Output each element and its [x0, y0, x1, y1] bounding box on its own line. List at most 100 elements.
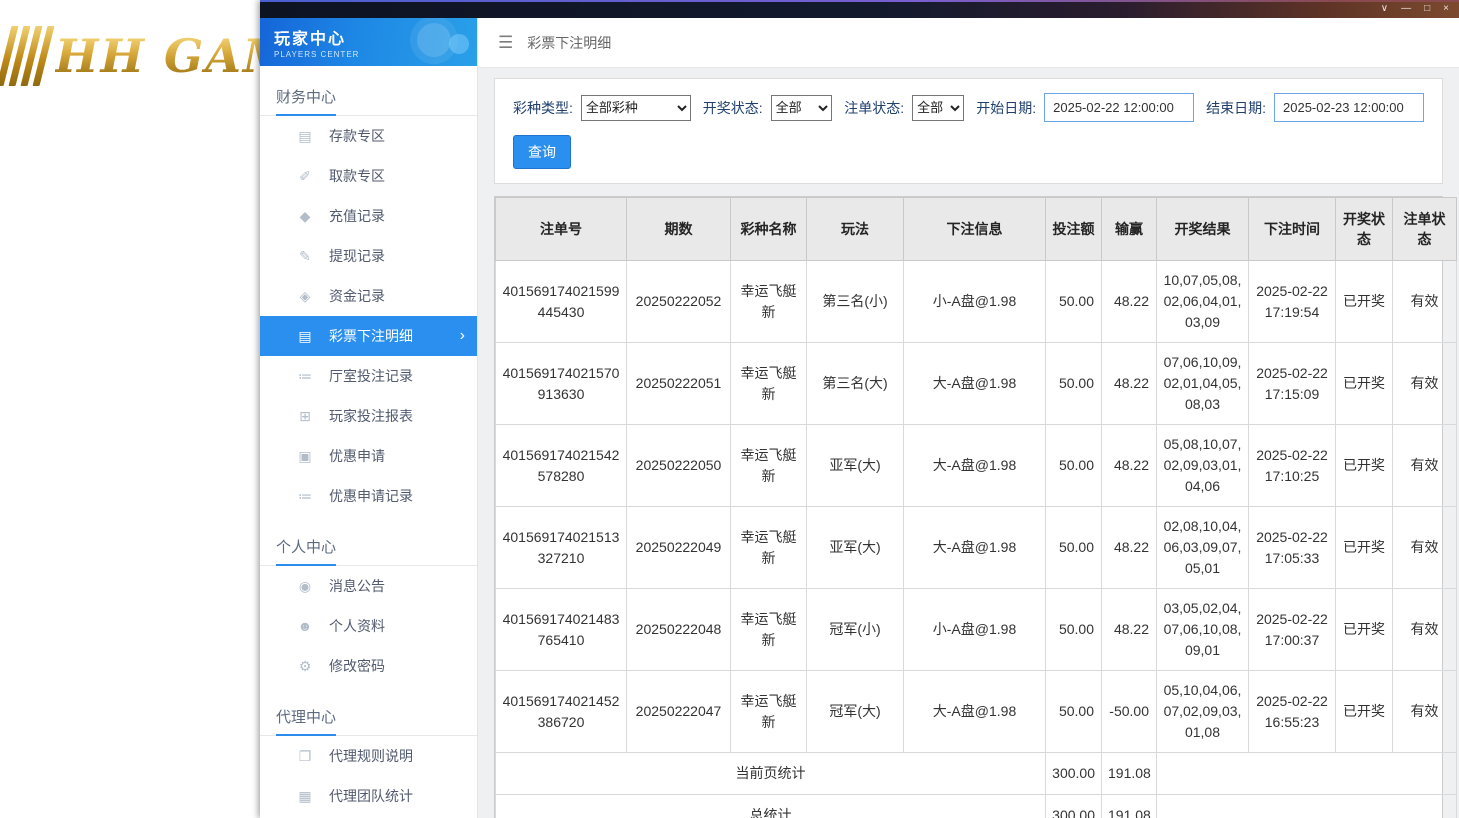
table-cell: 大-A盘@1.98: [903, 342, 1046, 425]
end-date-label: 结束日期:: [1206, 99, 1267, 116]
column-header: 投注额: [1045, 197, 1102, 261]
lottery-type-select[interactable]: 全部彩种: [580, 94, 691, 121]
sidebar-section-label: 财务中心: [260, 78, 477, 116]
table-cell: 20250222049: [626, 506, 731, 589]
bet-table-body: 401569174021599445430 20250222052 幸运飞艇新 第三名…: [495, 260, 1457, 753]
table-cell: 大-A盘@1.98: [903, 424, 1046, 507]
sidebar-menu: 财务中心 ▤ 存款专区 ✐ 取款专区 ◆ 充值记录 ✎ 提现记录 ◈ 资金记录 ▤ 彩票下注明细 › ≔ 厅室…: [260, 66, 477, 818]
bet-table: 注单号 期数 彩种名称 玩法 下注信息 投注额 输赢 开奖结果 下注时间 开奖状态 注单状态 401…: [494, 196, 1457, 818]
sidebar-section-label: 代理中心: [260, 698, 477, 736]
sidebar-item-promo-apply[interactable]: ▣ 优惠申请: [260, 436, 477, 476]
total-summary-row: 总统计 300.00 191.08: [495, 794, 1457, 818]
table-cell: 已开奖: [1335, 342, 1393, 425]
query-button[interactable]: 查询: [513, 135, 571, 169]
table-cell: 20250222047: [626, 670, 731, 753]
table-row: 401569174021513327210 20250222049 幸运飞艇新 亚军(…: [495, 506, 1457, 589]
draw-status-select[interactable]: 全部: [770, 94, 833, 121]
decorative-circles-icon: [407, 18, 471, 66]
column-header: 玩法: [806, 197, 904, 261]
sidebar-item-recharge-records[interactable]: ◆ 充值记录: [260, 196, 477, 236]
stats-book-icon: ▦: [298, 787, 312, 804]
maximize-icon[interactable]: □: [1424, 4, 1430, 14]
column-header: 输赢: [1101, 197, 1157, 261]
sidebar-item-agent-rules[interactable]: ❐ 代理规则说明: [260, 736, 477, 776]
table-cell: 401569174021570913630: [495, 342, 627, 425]
table-row: 401569174021570913630 20250222051 幸运飞艇新 第三名…: [495, 342, 1457, 425]
sidebar-item-label: 个人资料: [329, 618, 385, 634]
column-header: 彩种名称: [730, 197, 807, 261]
table-cell: 2025-02-22 17:00:37: [1248, 588, 1336, 671]
sidebar-item-label: 取款专区: [329, 168, 385, 184]
table-cell: 有效: [1392, 342, 1457, 425]
table-cell: 小-A盘@1.98: [903, 260, 1046, 343]
sidebar-item-withdrawal-records[interactable]: ✎ 提现记录: [260, 236, 477, 276]
table-cell: 幸运飞艇新: [730, 506, 807, 589]
summary-section: 当前页统计 300.00 191.08 总统计 300.00 191.08: [495, 752, 1457, 818]
gear-icon: ⚙: [298, 657, 312, 674]
table-cell: 冠军(小): [806, 588, 904, 671]
minimize-icon[interactable]: —: [1401, 4, 1411, 14]
end-date-input[interactable]: [1274, 93, 1425, 122]
hall-bet-list-icon: ≔: [298, 367, 312, 384]
chevron-down-icon[interactable]: ∨: [1381, 4, 1388, 14]
sidebar-item-hall-bet-records[interactable]: ≔ 厅室投注记录: [260, 356, 477, 396]
table-row: 401569174021452386720 20250222047 幸运飞艇新 冠军(…: [495, 670, 1457, 753]
order-status-select[interactable]: 全部: [912, 94, 965, 121]
bell-icon: ◉: [298, 577, 312, 594]
table-cell: 50.00: [1045, 260, 1102, 343]
table-cell: 50.00: [1045, 342, 1102, 425]
table-cell: 48.22: [1101, 342, 1157, 425]
table-cell: 401569174021483765410: [495, 588, 627, 671]
table-cell: 20250222048: [626, 588, 731, 671]
logo-bars-icon: [0, 26, 55, 86]
table-cell: 07,06,10,09,02,01,04,05,08,03: [1156, 342, 1249, 425]
sidebar-item-label: 代理团队统计: [329, 788, 413, 804]
table-cell: 03,05,02,04,07,06,10,08,09,01: [1156, 588, 1249, 671]
sidebar-header: 玩家中心 PLAYERS CENTER: [260, 18, 477, 66]
column-header: 注单号: [495, 197, 627, 261]
table-cell: 冠军(大): [806, 670, 904, 753]
sidebar-item-label: 修改密码: [329, 658, 385, 674]
start-date-label: 开始日期:: [976, 99, 1037, 116]
table-cell: 幸运飞艇新: [730, 424, 807, 507]
sidebar-item-label: 玩家投注报表: [329, 408, 413, 424]
sidebar-item-deposit-zone[interactable]: ▤ 存款专区: [260, 116, 477, 156]
sidebar-item-label: 优惠申请记录: [329, 488, 413, 504]
sidebar-item-label: 消息公告: [329, 578, 385, 594]
page-summary-winloss: 191.08: [1101, 752, 1157, 795]
table-cell: 48.22: [1101, 424, 1157, 507]
promo-ticket-icon: ▣: [298, 447, 312, 464]
table-cell: 有效: [1392, 670, 1457, 753]
user-icon: ☻: [297, 618, 313, 634]
sidebar-item-change-password[interactable]: ⚙ 修改密码: [260, 646, 477, 686]
close-icon[interactable]: ×: [1443, 4, 1449, 14]
sidebar-item-profile[interactable]: ☻ 个人资料: [260, 606, 477, 646]
table-cell: 02,08,10,04,06,03,09,07,05,01: [1156, 506, 1249, 589]
sidebar-item-agent-team-stats[interactable]: ▦ 代理团队统计: [260, 776, 477, 816]
filter-actions: 查询: [513, 135, 1424, 169]
table-cell: 401569174021513327210: [495, 506, 627, 589]
table-cell: 2025-02-22 16:55:23: [1248, 670, 1336, 753]
table-cell: 2025-02-22 17:15:09: [1248, 342, 1336, 425]
table-cell: 50.00: [1045, 670, 1102, 753]
sidebar-item-withdraw-zone[interactable]: ✐ 取款专区: [260, 156, 477, 196]
page-summary-label: 当前页统计: [495, 752, 1046, 795]
start-date-input[interactable]: [1044, 93, 1195, 122]
table-cell: 已开奖: [1335, 260, 1393, 343]
sidebar-item-messages[interactable]: ◉ 消息公告: [260, 566, 477, 606]
document-icon: ❐: [298, 747, 312, 764]
table-cell: 已开奖: [1335, 424, 1393, 507]
sidebar-item-label: 充值记录: [329, 208, 385, 224]
table-row: 401569174021483765410 20250222048 幸运飞艇新 冠军(…: [495, 588, 1457, 671]
sidebar-item-promo-apply-records[interactable]: ≔ 优惠申请记录: [260, 476, 477, 516]
table-row: 401569174021599445430 20250222052 幸运飞艇新 第三名…: [495, 260, 1457, 343]
table-cell: 2025-02-22 17:19:54: [1248, 260, 1336, 343]
sidebar-item-lottery-bet-details[interactable]: ▤ 彩票下注明细 ›: [260, 316, 477, 356]
sidebar-item-player-bet-report[interactable]: ⊞ 玩家投注报表: [260, 396, 477, 436]
table-cell: 幸运飞艇新: [730, 342, 807, 425]
table-cell: 已开奖: [1335, 588, 1393, 671]
menu-toggle-icon[interactable]: ☰: [498, 33, 513, 53]
sidebar-item-fund-records[interactable]: ◈ 资金记录: [260, 276, 477, 316]
table-cell: 幸运飞艇新: [730, 670, 807, 753]
total-summary-bet: 300.00: [1045, 794, 1102, 818]
